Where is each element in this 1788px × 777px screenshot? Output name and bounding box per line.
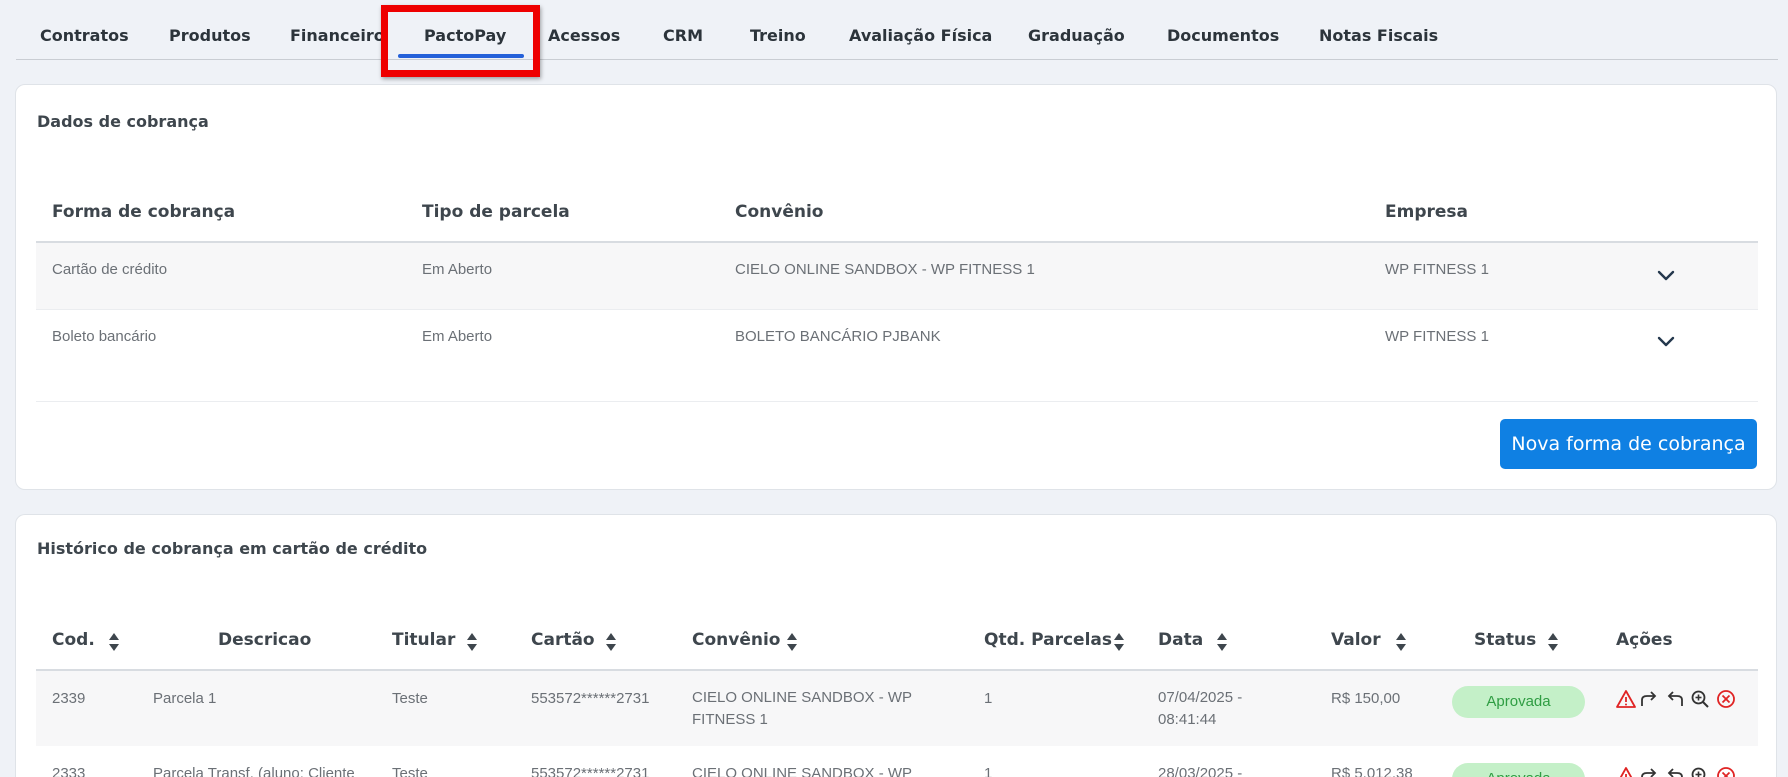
tab-documentos[interactable]: Documentos	[1167, 26, 1279, 45]
sort-icon[interactable]	[1216, 632, 1228, 652]
header-convenio[interactable]: Convênio	[692, 630, 780, 650]
cell-descricao: Parcela 1	[153, 690, 217, 707]
header-cod[interactable]: Cod.	[52, 630, 95, 650]
cell-qtd: 1	[984, 765, 993, 777]
cell-titular: Teste	[392, 765, 428, 777]
header-cartao[interactable]: Cartão	[531, 630, 595, 650]
row-divider	[36, 309, 1758, 310]
history-card-title: Histórico de cobrança em cartão de crédi…	[37, 539, 428, 558]
cell-titular: Teste	[392, 690, 428, 707]
tab-acessos[interactable]: Acessos	[548, 26, 620, 45]
cell-data: 28/03/2025 -	[1158, 765, 1243, 777]
header-valor[interactable]: Valor	[1331, 630, 1381, 650]
header-convenio: Convênio	[735, 202, 824, 222]
tab-treino[interactable]: Treino	[750, 26, 806, 45]
warning-icon[interactable]	[1616, 766, 1636, 777]
tab-crm[interactable]: CRM	[663, 26, 703, 45]
tab-contratos[interactable]: Contratos	[40, 26, 129, 45]
cell-cartao: 553572******2731	[531, 690, 650, 707]
cell-cod: 2333	[52, 765, 86, 777]
header-data[interactable]: Data	[1158, 630, 1203, 650]
row-forma: Boleto bancário	[52, 328, 157, 345]
billing-data-card: Dados de cobrança Forma de cobrança Tipo…	[15, 84, 1777, 490]
header-titular[interactable]: Titular	[392, 630, 455, 650]
cell-qtd: 1	[984, 690, 993, 707]
zoom-in-icon[interactable]	[1690, 766, 1710, 777]
tab-avaliacao-fisica[interactable]: Avaliação Física	[849, 26, 992, 45]
tab-notas-fiscais[interactable]: Notas Fiscais	[1319, 26, 1438, 45]
undo-icon[interactable]	[1665, 766, 1685, 777]
tab-produtos[interactable]: Produtos	[169, 26, 251, 45]
header-empresa: Empresa	[1385, 202, 1468, 222]
tab-financeiro[interactable]: Financeiro	[290, 26, 385, 45]
sort-icon[interactable]	[786, 632, 798, 652]
cell-valor: R$ 150,00	[1331, 690, 1401, 707]
sort-icon[interactable]	[466, 632, 478, 652]
sort-icon[interactable]	[108, 632, 120, 652]
billing-card-title: Dados de cobrança	[37, 112, 209, 131]
row-forma: Cartão de crédito	[52, 261, 168, 278]
status-badge: Aprovada	[1452, 686, 1585, 718]
row-convenio: CIELO ONLINE SANDBOX - WP FITNESS 1	[735, 261, 1035, 278]
header-qtd-parcelas[interactable]: Qtd. Parcelas	[984, 630, 1112, 650]
header-acoes: Ações	[1616, 630, 1673, 650]
header-status[interactable]: Status	[1474, 630, 1536, 650]
sort-icon[interactable]	[1395, 632, 1407, 652]
sort-icon[interactable]	[1113, 632, 1125, 652]
warning-icon[interactable]	[1616, 689, 1636, 709]
cell-convenio: CIELO ONLINE SANDBOX - WP FITNESS 1	[692, 689, 912, 728]
sort-icon[interactable]	[1547, 632, 1559, 652]
credit-card-history-card: Histórico de cobrança em cartão de crédi…	[15, 514, 1777, 777]
header-forma-cobranca: Forma de cobrança	[52, 202, 236, 222]
cell-data: 07/04/2025 - 08:41:44	[1158, 689, 1243, 728]
row-tipo: Em Aberto	[422, 328, 493, 345]
tab-bar: Contratos Produtos Financeiro PactoPay A…	[16, 0, 1778, 60]
zoom-in-icon[interactable]	[1690, 689, 1710, 709]
header-descricao: Descricao	[218, 630, 312, 650]
cell-cartao: 553572******2731	[531, 765, 650, 777]
cell-convenio: CIELO ONLINE SANDBOX - WP	[692, 765, 913, 777]
forward-icon[interactable]	[1639, 689, 1659, 709]
tab-graduacao[interactable]: Graduação	[1028, 26, 1125, 45]
forward-icon[interactable]	[1639, 766, 1659, 777]
cell-descricao: Parcela Transf. (aluno: Cliente	[153, 765, 355, 777]
header-tipo-parcela: Tipo de parcela	[422, 202, 570, 222]
highlight-annotation	[381, 5, 540, 77]
chevron-down-icon[interactable]	[1656, 269, 1676, 283]
row-divider	[36, 401, 1758, 402]
row-empresa: WP FITNESS 1	[1385, 328, 1489, 345]
sort-icon[interactable]	[605, 632, 617, 652]
cell-valor: R$ 5.012,38	[1331, 765, 1413, 777]
undo-icon[interactable]	[1665, 689, 1685, 709]
cell-cod: 2339	[52, 690, 86, 707]
status-badge: Aprovada	[1452, 763, 1585, 777]
row-convenio: BOLETO BANCÁRIO PJBANK	[735, 328, 941, 345]
chevron-down-icon[interactable]	[1656, 335, 1676, 349]
cancel-icon[interactable]	[1716, 766, 1736, 777]
row-empresa: WP FITNESS 1	[1385, 261, 1489, 278]
cancel-icon[interactable]	[1716, 689, 1736, 709]
new-billing-method-button[interactable]: Nova forma de cobrança	[1500, 419, 1757, 469]
row-tipo: Em Aberto	[422, 261, 493, 278]
